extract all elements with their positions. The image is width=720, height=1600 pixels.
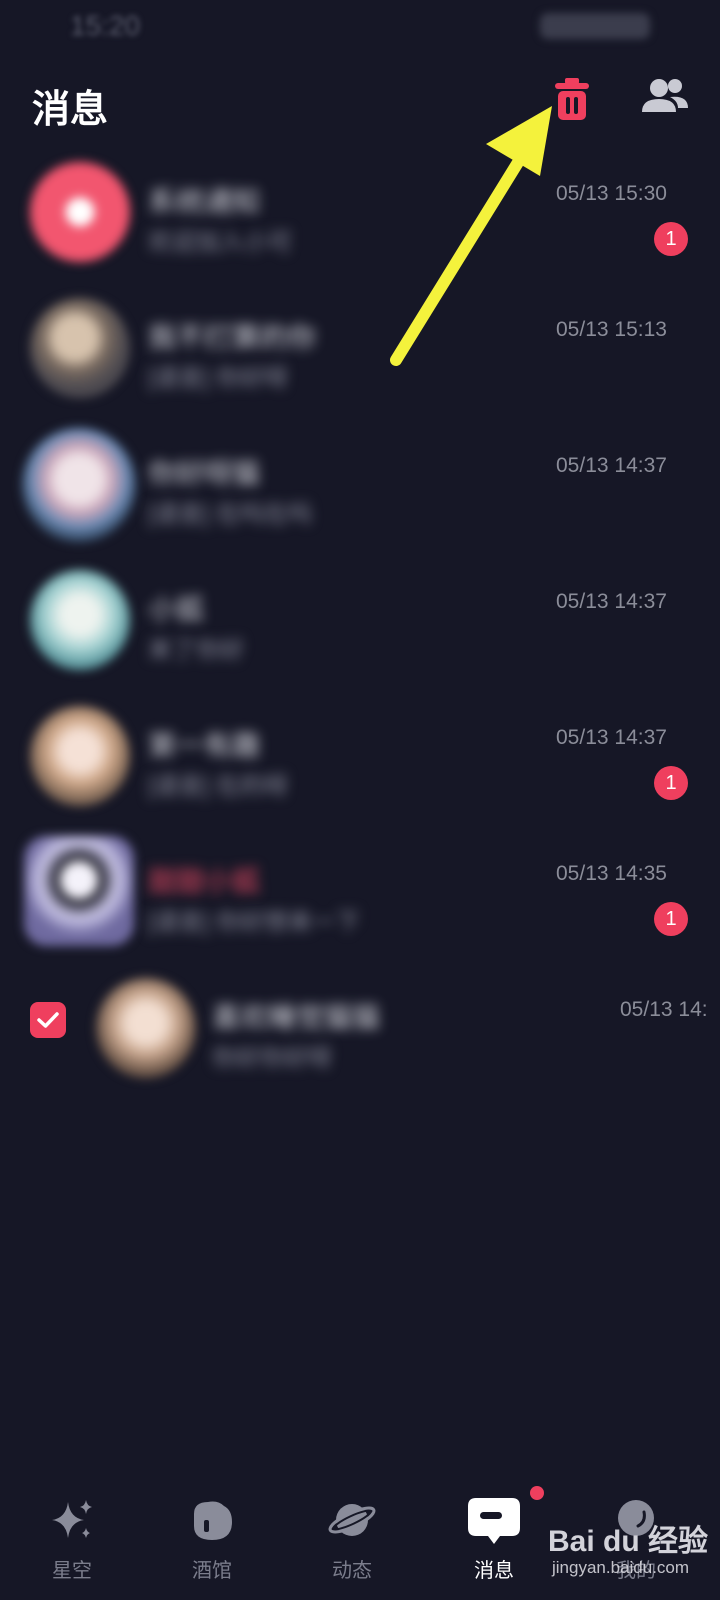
avatar xyxy=(96,978,196,1078)
contact-name: 我不打算的你 xyxy=(148,322,317,353)
unread-badge: 1 xyxy=(654,222,688,256)
message-time: 05/13 14:37 xyxy=(556,590,667,613)
list-item-selected[interactable]: 喜欢睡觉猫猫 你好你好呀 05/13 14: xyxy=(0,966,720,1096)
notification-dot xyxy=(530,1486,544,1500)
message-preview: 来了你好 xyxy=(148,637,244,664)
message-preview: 欢迎加入小可 xyxy=(148,229,292,256)
tab-label: 消息 xyxy=(474,1560,514,1582)
contact-name: 第一有趣 xyxy=(148,730,261,761)
contacts-button[interactable] xyxy=(640,76,690,120)
contacts-icon xyxy=(642,79,688,112)
message-preview: 你好你好呀 xyxy=(212,1045,332,1072)
message-preview: [语音] 在的呀 xyxy=(148,773,289,800)
avatar xyxy=(22,428,136,542)
annotation-arrow xyxy=(390,106,552,366)
contact-name: 甜甜小狐 xyxy=(148,866,261,897)
watermark-brand: Bai du 经验 xyxy=(548,1525,709,1558)
list-item[interactable]: 系统通知 欢迎加入小可 05/13 15:30 1 xyxy=(0,150,720,280)
tab-messages[interactable]: 消息 xyxy=(444,1484,544,1600)
status-icons xyxy=(540,13,650,39)
tab-starry-sky[interactable]: 星空 xyxy=(22,1484,122,1600)
avatar xyxy=(30,298,130,398)
list-item[interactable]: 甜甜小狐 [语音] 你好想来一下 05/13 14:35 1 xyxy=(0,830,720,960)
message-icon xyxy=(468,1498,520,1544)
contact-name: 喜欢睡觉猫猫 xyxy=(212,1002,381,1033)
tab-label: 星空 xyxy=(52,1560,92,1582)
message-time: 05/13 14:35 xyxy=(556,862,667,885)
checkmark-icon xyxy=(37,1012,59,1028)
contact-name: 你好呀猫 xyxy=(148,458,261,489)
message-preview: [语音] 你好呀 xyxy=(148,365,289,392)
message-time: 05/13 14:37 xyxy=(556,454,667,477)
message-preview: [语音] 在吗在吗 xyxy=(148,501,313,528)
status-time: 15:20 xyxy=(70,10,141,41)
message-time: 05/13 14:37 xyxy=(556,726,667,749)
sparkle-icon xyxy=(52,1500,92,1538)
list-item[interactable]: 第一有趣 [语音] 在的呀 05/13 14:37 1 xyxy=(0,694,720,824)
select-checkbox[interactable] xyxy=(30,1002,66,1038)
tab-moments[interactable]: 动态 xyxy=(302,1484,402,1600)
tab-label: 酒馆 xyxy=(192,1560,232,1582)
contact-name: 小狐 xyxy=(148,594,205,625)
avatar xyxy=(30,570,130,670)
list-item[interactable]: 小狐 来了你好 05/13 14:37 xyxy=(0,558,720,688)
message-preview: [语音] 你好想来一下 xyxy=(148,909,361,936)
contact-name: 系统通知 xyxy=(148,186,261,217)
avatar xyxy=(30,706,130,806)
tavern-icon xyxy=(194,1501,232,1540)
list-item[interactable]: 我不打算的你 [语音] 你好呀 05/13 15:13 xyxy=(0,286,720,416)
page-title: 消息 xyxy=(32,89,109,131)
tab-tavern[interactable]: 酒馆 xyxy=(162,1484,262,1600)
avatar xyxy=(30,162,130,262)
baidu-watermark: Bai du 经验 jingyan.baidu.com xyxy=(548,1508,720,1588)
planet-icon xyxy=(328,1504,376,1536)
status-bar: 15:20 xyxy=(0,0,720,52)
header: 消息 xyxy=(0,60,720,140)
list-item[interactable]: 你好呀猫 [语音] 在吗在吗 05/13 14:37 xyxy=(0,422,720,552)
avatar xyxy=(24,836,134,946)
message-time: 05/13 14: xyxy=(620,998,708,1021)
tab-label: 动态 xyxy=(332,1560,372,1582)
unread-badge: 1 xyxy=(654,902,688,936)
watermark-url: jingyan.baidu.com xyxy=(552,1558,690,1577)
unread-badge: 1 xyxy=(654,766,688,800)
